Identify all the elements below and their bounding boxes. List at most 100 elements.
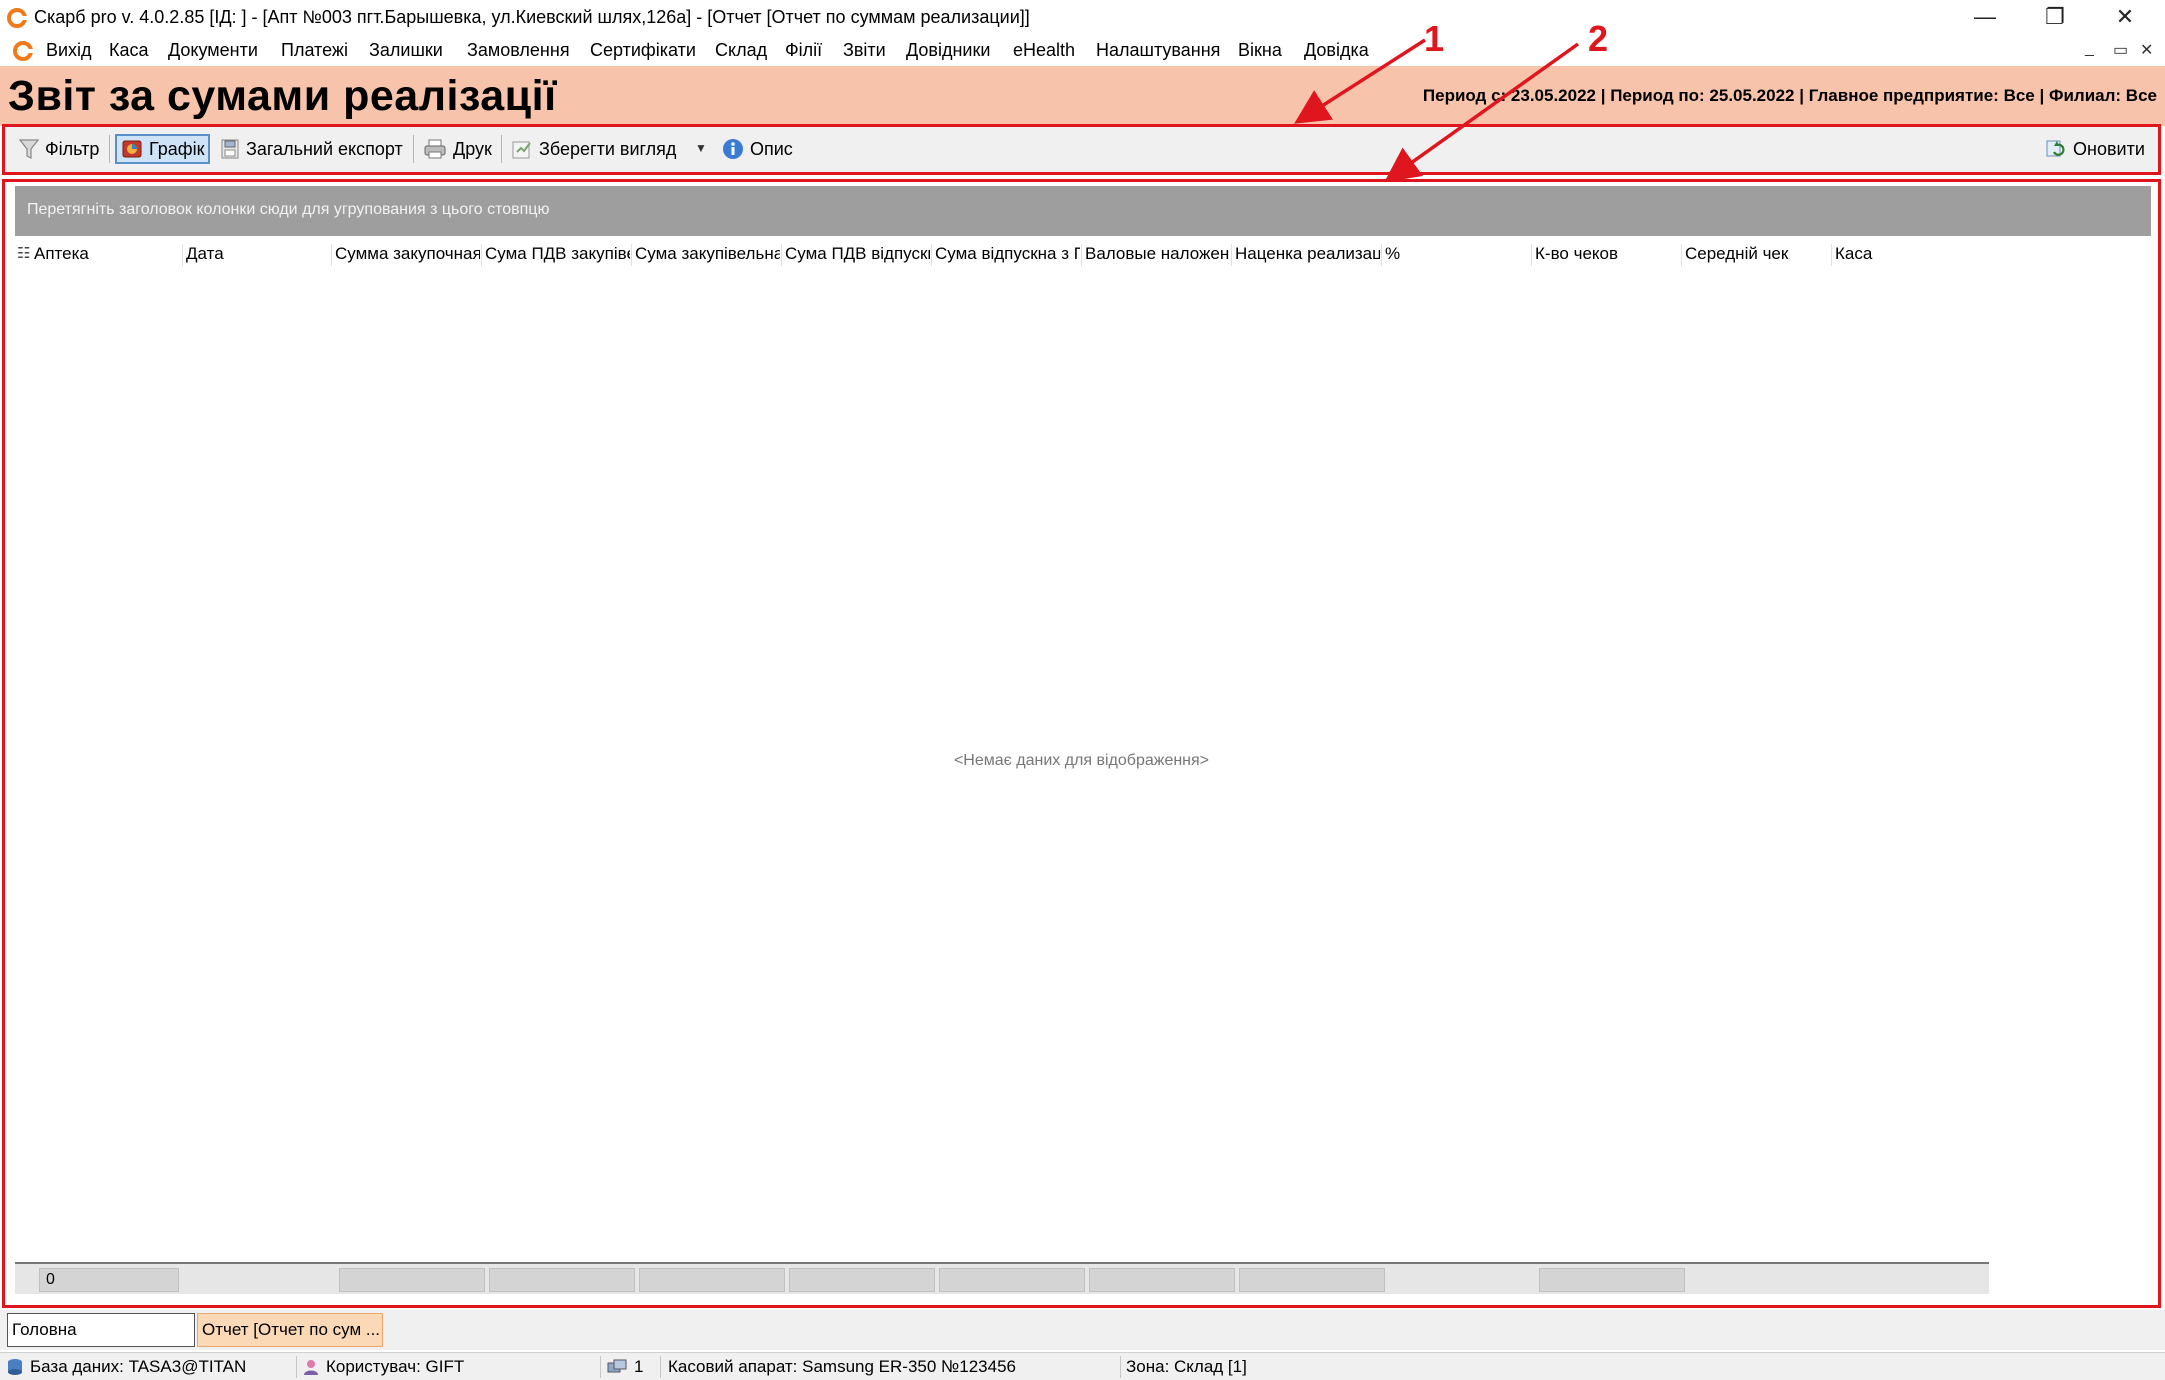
column-header-pharmacy[interactable]: Аптека [31, 244, 139, 266]
filter-button[interactable]: Фільтр [15, 134, 103, 164]
report-header: Звіт за сумами реалізації Период с: 23.0… [0, 66, 2165, 126]
status-cash-register: Касовий апарат: Samsung ER-350 №123456 [668, 1357, 1017, 1376]
tab-sales-report[interactable]: Отчет [Отчет по сум ... [197, 1313, 383, 1347]
menu-item-payments[interactable]: Платежі [281, 40, 348, 61]
summary-cell [489, 1268, 635, 1292]
menu-item-exit[interactable]: Вихід [46, 40, 92, 61]
menu-item-stock[interactable]: Залишки [369, 40, 443, 61]
status-database-label: База даних: TASA3@TITAN [30, 1357, 247, 1376]
report-grid: Перетягніть заголовок колонки сюди для у… [2, 179, 2161, 1308]
column-header-purchase-total[interactable]: Сума закупівельна [631, 244, 780, 266]
export-button-label: Загальний експорт [246, 138, 403, 159]
status-zone: Зона: Склад [1] [1126, 1357, 1247, 1376]
print-button[interactable]: Друк [419, 134, 496, 164]
column-header-purchase-sum[interactable]: Сумма закупочная [331, 244, 480, 266]
menu-item-orders[interactable]: Замовлення [467, 40, 570, 61]
column-header-sale-total[interactable]: Сума відпускна з ПДВ [931, 244, 1080, 266]
menu-item-branches[interactable]: Філії [785, 40, 822, 61]
save-view-dropdown-icon[interactable]: ▼ [695, 141, 707, 155]
chart-button[interactable]: Графік [115, 134, 211, 164]
save-view-button[interactable]: Зберегти вигляд [507, 134, 680, 164]
window-title: Скарб pro v. 4.0.2.85 [ІД: ] - [Апт №003… [34, 7, 1030, 27]
summary-cell [639, 1268, 785, 1292]
user-icon [304, 1360, 318, 1375]
info-icon [723, 139, 743, 159]
window-tabs: Головна Отчет [Отчет по сум ... [0, 1310, 2165, 1350]
status-count: 1 [606, 1357, 643, 1377]
summary-cell [1539, 1268, 1685, 1292]
column-header-average-check[interactable]: Середній чек [1681, 244, 1830, 266]
summary-cell [939, 1268, 1085, 1292]
toolbar-separator [413, 135, 414, 163]
filter-icon [19, 139, 39, 159]
chart-button-label: Графік [149, 138, 205, 159]
export-icon [221, 139, 239, 159]
menu-item-windows[interactable]: Вікна [1238, 40, 1282, 61]
menu-bar: Вихід Каса Документи Платежі Залишки Зам… [0, 36, 2165, 66]
annotation-label-2: 2 [1588, 18, 1609, 59]
mdi-restore-button[interactable]: ▭ [2113, 40, 2128, 60]
column-header-date[interactable]: Дата [182, 244, 330, 266]
menu-item-ehealth[interactable]: eHealth [1013, 40, 1075, 61]
summary-cell [339, 1268, 485, 1292]
window-close-button[interactable]: ✕ [2090, 0, 2160, 36]
summary-cell [1239, 1268, 1385, 1292]
printer-icon [424, 139, 446, 159]
status-separator [1120, 1356, 1121, 1378]
menu-item-documents[interactable]: Документи [168, 40, 258, 61]
menu-item-warehouse[interactable]: Склад [715, 40, 767, 61]
column-chooser-icon[interactable]: ☷ [17, 244, 30, 262]
summary-count: 0 [39, 1268, 179, 1292]
column-header-markup[interactable]: Наценка реализации [1231, 244, 1380, 266]
column-header-check-count[interactable]: К-во чеков [1531, 244, 1680, 266]
window-restore-button[interactable]: ❐ [2020, 0, 2090, 36]
status-bar: База даних: TASA3@TITAN Користувач: GIFT… [0, 1352, 2165, 1380]
column-header-sale-vat[interactable]: Сума ПДВ відпускна [781, 244, 930, 266]
status-database: База даних: TASA3@TITAN [6, 1357, 246, 1377]
filter-button-label: Фільтр [45, 138, 100, 159]
status-separator [660, 1356, 661, 1378]
tab-home[interactable]: Головна [7, 1313, 195, 1347]
app-menu-icon[interactable] [12, 40, 34, 62]
status-separator [296, 1356, 297, 1378]
refresh-button[interactable]: Оновити [2041, 134, 2149, 164]
print-button-label: Друк [453, 138, 492, 159]
menu-item-reports[interactable]: Звіти [843, 40, 886, 61]
column-header-purchase-vat[interactable]: Сума ПДВ закупівельна [481, 244, 630, 266]
mdi-minimize-button[interactable]: _ [2085, 40, 2094, 58]
summary-cell [1089, 1268, 1235, 1292]
report-parameters: Период с: 23.05.2022 | Период по: 25.05.… [1422, 86, 2157, 105]
refresh-icon [2046, 140, 2065, 157]
menu-item-cash[interactable]: Каса [109, 40, 149, 61]
refresh-button-label: Оновити [2073, 138, 2145, 159]
title-bar: Скарб pro v. 4.0.2.85 [ІД: ] - [Апт №003… [0, 0, 2165, 36]
app-logo-icon [7, 8, 28, 28]
menu-item-help[interactable]: Довідка [1304, 40, 1369, 61]
chart-icon [122, 140, 142, 158]
mdi-close-button[interactable]: ✕ [2140, 40, 2153, 60]
save-view-icon [512, 141, 531, 159]
annotation-label-1: 1 [1424, 18, 1445, 59]
menu-item-settings[interactable]: Налаштування [1096, 40, 1220, 61]
window-minimize-button[interactable]: — [1950, 0, 2020, 36]
group-by-panel[interactable]: Перетягніть заголовок колонки сюди для у… [15, 186, 2151, 236]
menu-item-directories[interactable]: Довідники [906, 40, 990, 61]
status-separator [600, 1356, 601, 1378]
summary-cell [789, 1268, 935, 1292]
save-view-button-label: Зберегти вигляд [539, 138, 677, 159]
status-user: Користувач: GIFT [302, 1357, 464, 1377]
status-count-label: 1 [634, 1357, 644, 1376]
grid-summary-row: 0 [15, 1262, 1989, 1294]
export-button[interactable]: Загальний експорт [216, 134, 407, 164]
toolbar-separator [501, 135, 502, 163]
menu-item-certificates[interactable]: Сертифікати [590, 40, 696, 61]
report-toolbar: Фільтр Графік Загальний експорт Друк Збе… [2, 124, 2161, 175]
description-button[interactable]: Опис [718, 134, 797, 164]
report-title: Звіт за сумами реалізації [8, 72, 557, 120]
column-header-gross-markup[interactable]: Валовые наложения [1081, 244, 1230, 266]
column-header-percent[interactable]: % [1381, 244, 1530, 266]
connections-icon [607, 1359, 627, 1373]
status-user-label: Користувач: GIFT [326, 1357, 465, 1376]
description-button-label: Опис [750, 138, 793, 159]
column-header-cash-register[interactable]: Каса [1831, 244, 1980, 266]
